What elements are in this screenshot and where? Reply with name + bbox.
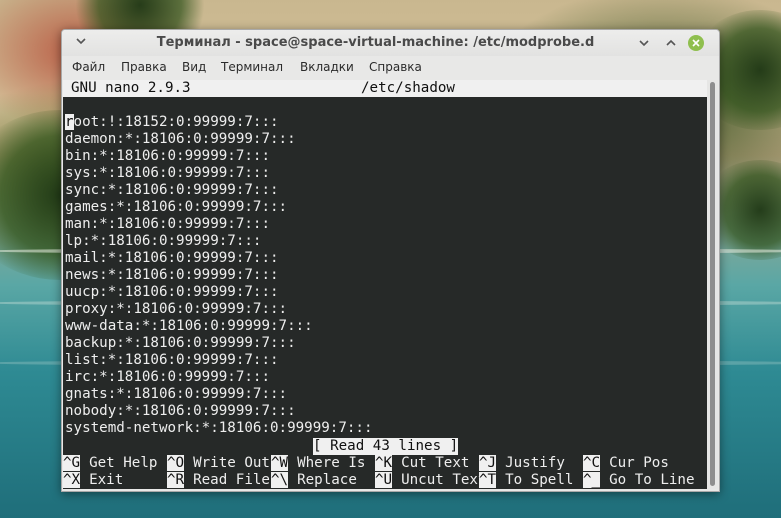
shortcut-key: ^_: [583, 472, 601, 488]
maximize-icon: [666, 39, 676, 46]
shortcut-item: ^K Cut Text: [375, 455, 469, 472]
terminal-window: Терминал - space@space-virtual-machine: …: [61, 29, 720, 492]
file-line: uucp:*:18106:0:99999:7:::: [65, 284, 279, 300]
shortcut-item: ^X Exit: [63, 472, 123, 489]
scrollbar-thumb[interactable]: [710, 82, 715, 486]
minimize-button[interactable]: [636, 35, 652, 51]
menu-file[interactable]: Файл: [72, 60, 105, 74]
file-line: www-data:*:18106:0:99999:7:::: [65, 318, 313, 334]
shortcut-key: ^J: [479, 455, 497, 471]
shortcut-label: To Spell: [505, 472, 574, 488]
minimize-icon: [639, 40, 649, 47]
nano-title-bar: GNU nano 2.9.3 /etc/shadow: [63, 80, 707, 97]
chevron-down-icon[interactable]: [74, 35, 88, 49]
shortcut-item: ^C Cur Pos: [583, 455, 669, 472]
shortcut-key: ^O: [167, 455, 185, 471]
file-line: irc:*:18106:0:99999:7:::: [65, 369, 270, 385]
file-line: lp:*:18106:0:99999:7:::: [65, 233, 262, 249]
nano-version: GNU nano 2.9.3: [71, 80, 191, 96]
shortcut-key: ^T: [479, 472, 497, 488]
shortcut-item: ^O Write Out: [167, 455, 270, 472]
file-line: games:*:18106:0:99999:7:::: [65, 199, 288, 215]
menu-terminal[interactable]: Терминал: [221, 60, 283, 74]
shortcut-label: Write Out: [193, 455, 270, 471]
file-content[interactable]: root:!:18152:0:99999:7::: daemon:*:18106:…: [65, 114, 373, 437]
shortcut-key: ^X: [63, 472, 81, 488]
shortcut-item: ^T To Spell: [479, 472, 573, 489]
shortcut-item: ^J Justify: [479, 455, 565, 472]
shortcut-item: ^\ Replace: [271, 472, 357, 489]
shortcut-key: ^U: [375, 472, 393, 488]
menu-tabs[interactable]: Вкладки: [300, 60, 354, 74]
shortcut-item: ^G Get Help: [63, 455, 157, 472]
shortcut-label: Go To Line: [609, 472, 695, 488]
window-title: Терминал - space@space-virtual-machine: …: [156, 35, 595, 50]
nano-filename: /etc/shadow: [361, 80, 455, 96]
shortcut-label: Get Help: [89, 455, 158, 471]
file-line: backup:*:18106:0:99999:7:::: [65, 335, 296, 351]
shortcut-label: Justify: [505, 455, 565, 471]
shortcut-item: ^_ Go To Line: [583, 472, 695, 489]
menu-bar: Файл Правка Вид Терминал Вкладки Справка: [62, 56, 719, 80]
file-line: man:*:18106:0:99999:7:::: [65, 216, 270, 232]
text-cursor: r: [65, 114, 74, 130]
terminal-scrollbar[interactable]: [707, 80, 718, 489]
shortcut-key: ^K: [375, 455, 393, 471]
shortcut-key: ^R: [167, 472, 185, 488]
menu-edit[interactable]: Правка: [121, 60, 167, 74]
title-bar[interactable]: Терминал - space@space-virtual-machine: …: [62, 30, 719, 56]
shortcut-item: ^U Uncut Text: [375, 472, 487, 489]
shortcut-label: Replace: [297, 472, 357, 488]
shortcut-key: ^W: [271, 455, 289, 471]
shortcut-key: ^G: [63, 455, 81, 471]
shortcut-label: Exit: [89, 472, 124, 488]
close-button[interactable]: [688, 35, 704, 51]
file-line: mail:*:18106:0:99999:7:::: [65, 250, 279, 266]
file-line: news:*:18106:0:99999:7:::: [65, 267, 279, 283]
file-line: sync:*:18106:0:99999:7:::: [65, 182, 279, 198]
shortcut-key: ^\: [271, 472, 289, 488]
shortcut-label: Read File: [193, 472, 270, 488]
menu-view[interactable]: Вид: [182, 60, 206, 74]
file-line: gnats:*:18106:0:99999:7:::: [65, 386, 288, 402]
shortcut-label: Where Is: [297, 455, 366, 471]
shortcut-key: ^C: [583, 455, 601, 471]
file-line: daemon:*:18106:0:99999:7:::: [65, 131, 296, 147]
shortcut-label: Uncut Text: [401, 472, 487, 488]
shortcut-label: Cur Pos: [609, 455, 669, 471]
nano-status-message: [ Read 43 lines ]: [313, 438, 459, 455]
file-line: list:*:18106:0:99999:7:::: [65, 352, 279, 368]
shortcut-label: Cut Text: [401, 455, 470, 471]
close-icon: [692, 39, 700, 47]
file-line: nobody:*:18106:0:99999:7:::: [65, 403, 296, 419]
terminal-area[interactable]: GNU nano 2.9.3 /etc/shadow root:!:18152:…: [63, 80, 707, 489]
shortcut-item: ^W Where Is: [271, 455, 365, 472]
file-line: root:!:18152:0:99999:7:::: [65, 114, 373, 131]
maximize-button[interactable]: [663, 35, 679, 51]
file-line: bin:*:18106:0:99999:7:::: [65, 148, 270, 164]
file-line-text: oot:!:18152:0:99999:7:::: [73, 114, 279, 130]
file-line: systemd-network:*:18106:0:99999:7:::: [65, 420, 373, 436]
file-line: sys:*:18106:0:99999:7:::: [65, 165, 270, 181]
menu-help[interactable]: Справка: [369, 60, 422, 74]
shortcut-item: ^R Read File: [167, 472, 270, 489]
file-line: proxy:*:18106:0:99999:7:::: [65, 301, 288, 317]
